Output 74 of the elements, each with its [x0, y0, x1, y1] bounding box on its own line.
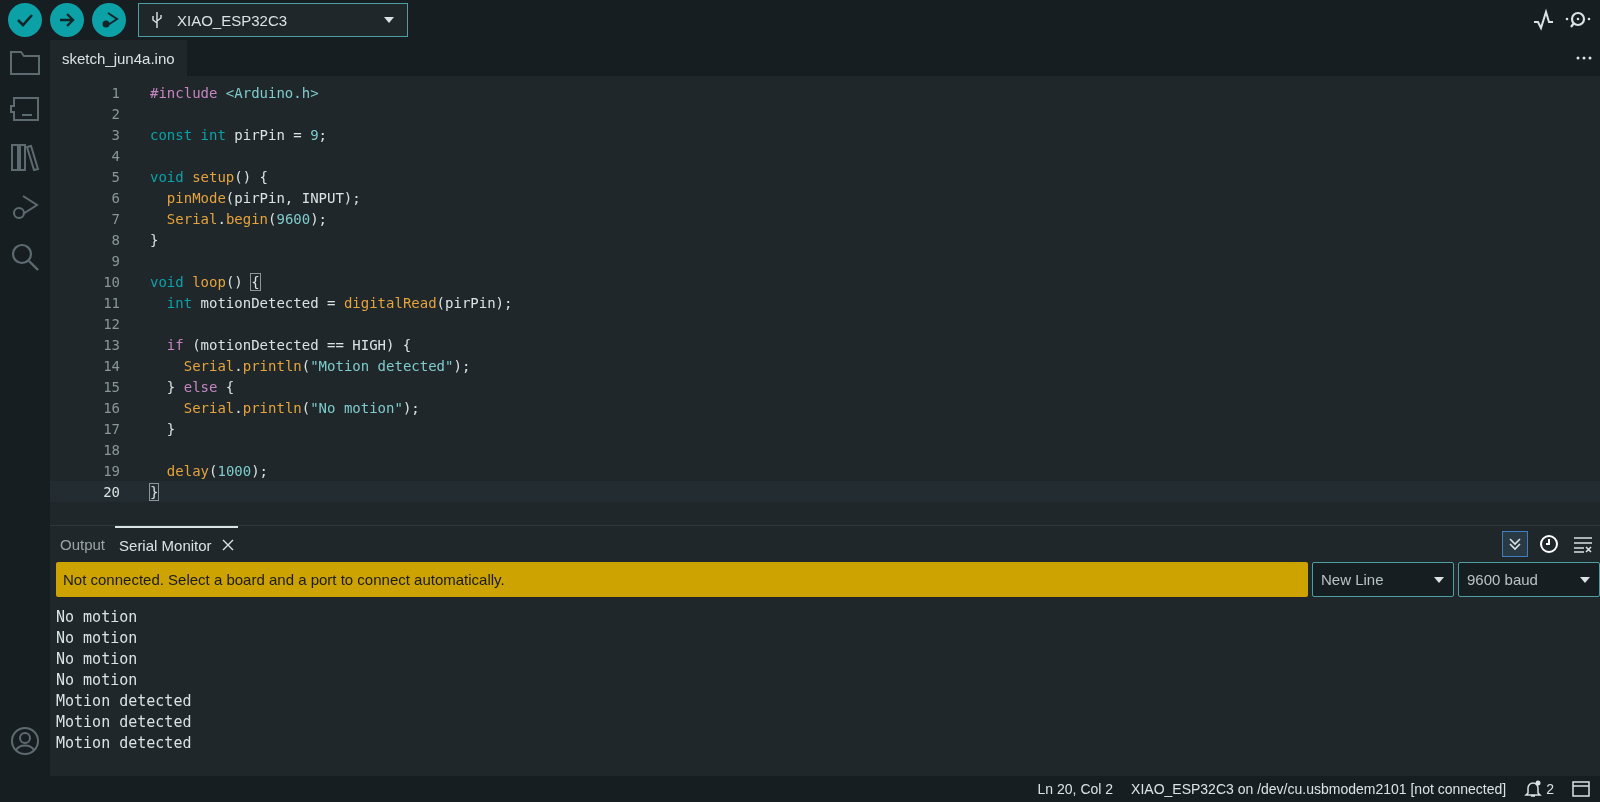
line-number: 8 — [110, 231, 120, 248]
line-number: 20 — [102, 483, 120, 500]
serial-plotter-button[interactable] — [1532, 8, 1556, 32]
code-line: void loop() { — [150, 273, 260, 290]
panel-toggle-icon[interactable] — [1572, 781, 1590, 797]
line-number: 1 — [110, 84, 120, 101]
code-line: int motionDetected = digitalRead(pirPin); — [165, 294, 513, 311]
serial-output-line: No motion — [56, 607, 139, 628]
serial-output-line: No motion — [56, 649, 139, 670]
line-ending-dropdown[interactable]: New Line — [1312, 562, 1454, 597]
code-line: Serial.println("No motion"); — [182, 399, 420, 416]
code-line: const int pirPin = 9; — [150, 126, 328, 143]
code-line: } else { — [165, 378, 235, 395]
serial-output-line: Motion detected — [56, 712, 193, 733]
caret-icon — [1579, 575, 1591, 584]
line-number: 12 — [102, 315, 120, 332]
line-number: 5 — [110, 168, 120, 185]
line-number: 7 — [110, 210, 120, 227]
panel-tab[interactable]: Output — [56, 526, 110, 562]
line-number: 15 — [102, 378, 120, 395]
serial-output-line: No motion — [56, 670, 139, 691]
library-icon[interactable] — [10, 142, 40, 172]
folder-icon[interactable] — [10, 50, 40, 76]
more-icon[interactable] — [1576, 56, 1592, 60]
line-number: 3 — [110, 126, 120, 143]
clear-list-icon — [1573, 535, 1593, 553]
line-number: 19 — [102, 462, 120, 479]
account-icon[interactable] — [10, 726, 40, 756]
board-selector[interactable]: XIAO_ESP32C3 — [138, 3, 408, 37]
verify-button[interactable] — [8, 3, 42, 37]
not-connected-banner: Not connected. Select a board and a port to connect automatically. — [56, 562, 1308, 597]
autoscroll-button[interactable] — [1502, 531, 1528, 557]
line-number: 16 — [102, 399, 120, 416]
board-icon[interactable] — [10, 96, 40, 122]
line-number: 17 — [102, 420, 120, 437]
code-line: pinMode(pirPin, INPUT); — [165, 189, 361, 206]
board-port-status[interactable]: XIAO_ESP32C3 on /dev/cu.usbmodem2101 [not connected] — [1131, 781, 1507, 797]
code-line: Serial.begin(9600); — [165, 210, 328, 227]
line-number: 11 — [102, 294, 120, 311]
serial-output-line: No motion — [56, 628, 139, 649]
code-line: } — [165, 420, 176, 437]
bell-icon[interactable] — [1524, 780, 1543, 798]
serial-output-line: Motion detected — [56, 733, 193, 754]
usb-icon — [151, 11, 163, 29]
debug-button[interactable] — [92, 3, 126, 37]
line-number: 4 — [110, 147, 120, 164]
close-icon[interactable] — [221, 539, 234, 551]
cursor-position[interactable]: Ln 20, Col 2 — [1037, 781, 1114, 797]
clock-icon — [1539, 534, 1559, 554]
line-number: 14 — [102, 357, 120, 374]
code-line: if (motionDetected == HIGH) { — [165, 336, 412, 353]
line-number: 18 — [102, 441, 120, 458]
debug-icon[interactable] — [10, 192, 40, 222]
notification-count: 2 — [1546, 781, 1554, 797]
serial-output-line: Motion detected — [56, 691, 193, 712]
code-line: void setup() { — [150, 168, 269, 185]
upload-button[interactable] — [50, 3, 84, 37]
file-tab[interactable]: sketch_jun4a.ino — [50, 40, 187, 76]
caret-icon — [383, 16, 395, 24]
code-line: } — [150, 231, 159, 248]
caret-icon — [1433, 575, 1445, 584]
line-number: 6 — [110, 189, 120, 206]
pulse-icon — [1532, 8, 1556, 32]
line-number: 10 — [102, 273, 120, 290]
code-line: } — [150, 483, 159, 500]
code-line: #include <Arduino.h> — [150, 84, 319, 101]
baud-rate-dropdown[interactable]: 9600 baud — [1458, 562, 1600, 597]
search-icon[interactable] — [10, 242, 40, 272]
double-chevron-icon — [1508, 537, 1522, 551]
code-line: delay(1000); — [165, 462, 269, 479]
line-number: 2 — [110, 105, 120, 122]
line-number: 9 — [110, 252, 120, 269]
line-number: 13 — [102, 336, 120, 353]
code-line: Serial.println("Motion detected"); — [182, 357, 471, 374]
